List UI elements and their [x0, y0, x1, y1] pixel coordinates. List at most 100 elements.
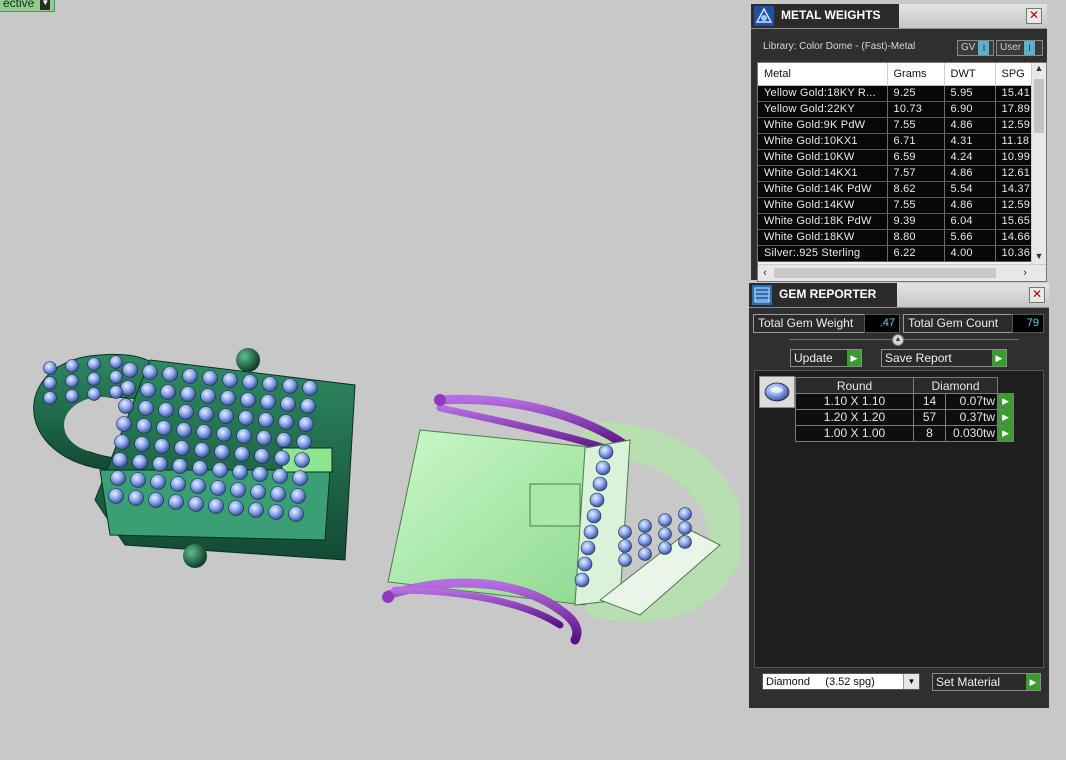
- gem-dot: [87, 357, 101, 371]
- table-row[interactable]: White Gold:14K PdW 8.62 5.54 14.37: [758, 181, 1036, 198]
- gem-dot: [595, 460, 611, 476]
- cell-dwt: 4.86: [944, 117, 996, 134]
- gem-dot: [109, 370, 123, 384]
- chevron-down-icon[interactable]: ▼: [903, 674, 919, 689]
- gem-dot: [589, 492, 605, 508]
- table-row[interactable]: White Gold:18KW 8.80 5.66 14.66: [758, 229, 1036, 246]
- vertical-scrollbar[interactable]: ▲ ▼: [1031, 63, 1046, 265]
- gem-dot: [222, 372, 238, 388]
- play-icon[interactable]: ▶: [997, 409, 1014, 426]
- table-row[interactable]: Silver:.925 Sterling 6.22 4.00 10.36: [758, 245, 1036, 262]
- gem-dot: [274, 450, 290, 466]
- gem-reporter-panel: GEM REPORTER ✕ Total Gem Weight .47 Tota…: [749, 283, 1049, 708]
- play-icon: ▶: [1026, 674, 1040, 690]
- play-icon[interactable]: ▶: [997, 393, 1014, 410]
- scroll-left-icon[interactable]: ‹: [758, 265, 772, 281]
- viewport-projection-text: ective: [3, 0, 35, 10]
- gem-dot: [276, 432, 292, 448]
- gem-dot: [288, 506, 304, 522]
- gem-dot: [577, 556, 593, 572]
- gv-toggle[interactable]: GV I: [957, 40, 994, 56]
- gem-dot: [198, 406, 214, 422]
- gem-count: 57: [913, 409, 946, 426]
- viewport-projection-label[interactable]: ective ▼: [0, 0, 56, 12]
- gem-dot: [176, 422, 192, 438]
- scroll-down-icon[interactable]: ▼: [1032, 251, 1046, 265]
- total-gem-weight-value: .47: [864, 314, 900, 333]
- gem-dot: [658, 513, 672, 527]
- gem-row[interactable]: 1.00 X 1.00 8 0.030tw ▶: [795, 425, 1014, 442]
- gem-dot: [200, 388, 216, 404]
- cell-grams: 10.73: [887, 101, 945, 118]
- jewelry-model-scene[interactable]: [0, 0, 740, 760]
- column-header-metal[interactable]: Metal: [758, 63, 888, 86]
- gem-dot: [258, 412, 274, 428]
- cell-dwt: 6.04: [944, 213, 996, 230]
- material-select[interactable]: Diamond (3.52 spg) ▼: [762, 673, 920, 690]
- gem-dot: [134, 436, 150, 452]
- gem-reporter-icon: [752, 285, 772, 305]
- table-row[interactable]: White Gold:10KW 6.59 4.24 10.99: [758, 149, 1036, 166]
- table-row[interactable]: White Gold:14KX1 7.57 4.86 12.61: [758, 165, 1036, 182]
- gem-dot: [132, 454, 148, 470]
- vertical-scroll-thumb[interactable]: [1034, 79, 1044, 133]
- gem-dot: [136, 418, 152, 434]
- gem-dot: [174, 440, 190, 456]
- column-header-grams[interactable]: Grams: [887, 63, 945, 86]
- table-row[interactable]: White Gold:14KW 7.55 4.86 12.59: [758, 197, 1036, 214]
- gem-dot: [65, 389, 79, 403]
- column-header-dwt[interactable]: DWT: [944, 63, 996, 86]
- cell-spg: 10.99: [995, 149, 1036, 166]
- cell-spg: 11.18: [995, 133, 1036, 150]
- gem-dot: [228, 500, 244, 516]
- table-row[interactable]: White Gold:18K PdW 9.39 6.04 15.65: [758, 213, 1036, 230]
- cell-grams: 9.25: [887, 85, 945, 102]
- gem-dot: [156, 420, 172, 436]
- table-row[interactable]: White Gold:9K PdW 7.55 4.86 12.59: [758, 117, 1036, 134]
- column-header-spg[interactable]: SPG: [995, 63, 1036, 86]
- gem-dot: [583, 524, 599, 540]
- dark-green-lock-part[interactable]: [33, 348, 356, 568]
- gem-summary-table: Round Diamond 1.10 X 1.10 14 0.07tw ▶ 1.20 X…: [795, 377, 1014, 442]
- gem-row[interactable]: 1.20 X 1.20 57 0.37tw ▶: [795, 409, 1014, 426]
- play-icon[interactable]: ▶: [997, 425, 1014, 442]
- gem-shape-header: Round: [795, 377, 914, 394]
- gem-dot: [43, 361, 57, 375]
- gem-dot: [190, 478, 206, 494]
- gem-dot: [138, 400, 154, 416]
- gem-row[interactable]: 1.10 X 1.10 14 0.07tw ▶: [795, 393, 1014, 410]
- table-row[interactable]: Yellow Gold:18KY R... 9.25 5.95 15.41: [758, 85, 1036, 102]
- cell-metal: White Gold:18K PdW: [758, 213, 888, 230]
- user-toggle[interactable]: User I: [996, 40, 1043, 56]
- table-row[interactable]: White Gold:10KX1 6.71 4.31 11.18: [758, 133, 1036, 150]
- update-button[interactable]: Update ▶: [790, 349, 862, 367]
- metal-weights-titlebar: METAL WEIGHTS ✕: [751, 4, 1047, 29]
- chevron-down-icon[interactable]: ▼: [40, 0, 51, 10]
- save-report-button[interactable]: Save Report ▶: [881, 349, 1007, 367]
- round-gem-icon[interactable]: [759, 376, 795, 408]
- metal-weights-title: METAL WEIGHTS: [781, 8, 881, 22]
- gem-dot: [180, 386, 196, 402]
- table-row[interactable]: Yellow Gold:22KY 10.73 6.90 17.89: [758, 101, 1036, 118]
- cell-grams: 6.71: [887, 133, 945, 150]
- gem-dot: [294, 452, 310, 468]
- metal-weights-icon: [754, 6, 774, 26]
- close-icon[interactable]: ✕: [1026, 8, 1042, 24]
- gem-dot: [268, 504, 284, 520]
- horizontal-scroll-thumb[interactable]: [774, 268, 996, 278]
- total-gem-weight-label: Total Gem Weight: [753, 314, 865, 333]
- play-icon: ▶: [992, 350, 1006, 366]
- gem-dot: [254, 448, 270, 464]
- metal-weights-table[interactable]: Metal Grams DWT SPG Yellow Gold:18KY R..…: [757, 62, 1047, 282]
- cell-metal: White Gold:14KX1: [758, 165, 888, 182]
- set-material-button[interactable]: Set Material ▶: [932, 673, 1041, 691]
- collapse-knob-icon[interactable]: ▲: [892, 334, 904, 346]
- scroll-up-icon[interactable]: ▲: [1032, 63, 1046, 77]
- scroll-right-icon[interactable]: ›: [1018, 265, 1032, 281]
- light-green-lock-part[interactable]: [382, 394, 740, 645]
- gem-dot: [216, 426, 232, 442]
- close-icon[interactable]: ✕: [1029, 287, 1045, 303]
- cell-metal: Yellow Gold:18KY R...: [758, 85, 888, 102]
- horizontal-scrollbar[interactable]: ‹ ›: [758, 264, 1046, 281]
- user-toggle-indicator: I: [1024, 41, 1036, 55]
